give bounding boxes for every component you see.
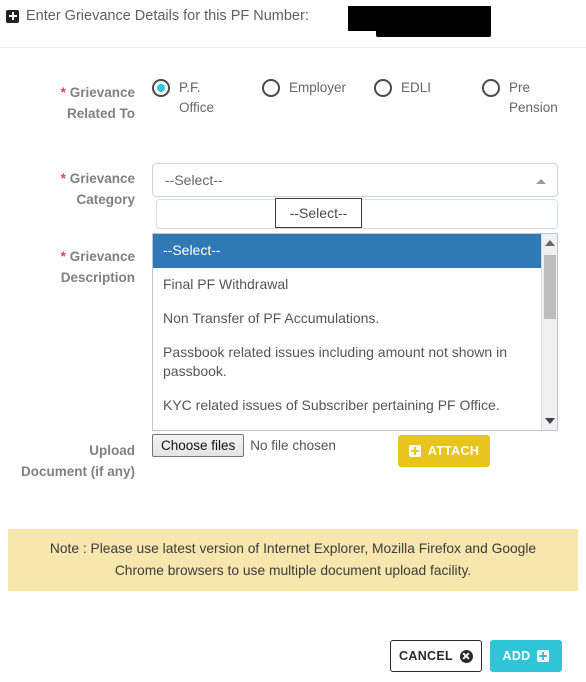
label-text: Grievance Category	[69, 171, 135, 207]
form-header: Enter Grievance Details for this PF Numb…	[0, 0, 586, 48]
grievance-category-dropdown-panel: --Select-- Final PF Withdrawal Non Trans…	[152, 233, 558, 431]
upload-document-label: Upload Document (if any)	[20, 440, 135, 482]
cancel-button[interactable]: CANCEL	[390, 640, 482, 672]
browser-note-banner: Note : Please use latest version of Inte…	[8, 529, 578, 591]
attach-button-label: ATTACH	[427, 444, 480, 458]
grievance-related-to-label: * Grievance Related To	[20, 82, 135, 124]
grievance-category-label: * Grievance Category	[20, 168, 135, 210]
radio-label: Employer	[289, 80, 347, 95]
radio-option-edli[interactable]: EDLI	[374, 78, 431, 98]
scrollbar-thumb[interactable]	[544, 255, 556, 319]
scroll-down-arrow-icon[interactable]	[545, 418, 555, 424]
dropdown-option[interactable]: KYC related issues of Subscriber pertain…	[153, 389, 542, 423]
required-asterisk: *	[60, 85, 66, 100]
label-text: Grievance Related To	[66, 85, 135, 121]
dropdown-option[interactable]: Erroneous credit of transferred amount r…	[153, 423, 542, 430]
radio-circle-icon[interactable]	[374, 79, 392, 97]
attach-button[interactable]: ATTACH	[398, 435, 490, 467]
radio-circle-icon[interactable]	[482, 79, 500, 97]
radio-circle-selected-icon[interactable]	[152, 79, 170, 97]
dropdown-scrollbar[interactable]	[541, 234, 557, 430]
radio-circle-icon[interactable]	[262, 79, 280, 97]
dropdown-option[interactable]: Non Transfer of PF Accumulations.	[153, 302, 542, 336]
pf-number-redacted-value	[348, 6, 491, 37]
add-button[interactable]: ADD	[490, 640, 562, 672]
grievance-related-to-radio-group: P.F. Office Employer EDLI Pre Pension	[152, 78, 586, 136]
choose-files-button[interactable]: Choose files	[152, 434, 245, 457]
dropdown-option[interactable]: --Select--	[153, 234, 542, 268]
label-text: Grievance Description	[60, 249, 135, 285]
required-asterisk: *	[60, 171, 66, 186]
grievance-description-label: * Grievance Description	[20, 246, 135, 288]
grievance-category-tooltip: --Select--	[275, 198, 362, 228]
scroll-up-arrow-icon[interactable]	[545, 240, 555, 246]
label-text: Upload Document (if any)	[20, 443, 135, 479]
plus-square-icon	[537, 650, 550, 662]
grievance-category-combobox[interactable]: --Select--	[152, 163, 558, 197]
plus-square-icon[interactable]	[6, 9, 19, 23]
file-status-text: No file chosen	[250, 438, 336, 453]
radio-option-employer[interactable]: Employer	[262, 78, 346, 98]
combobox-selected-value: --Select--	[165, 172, 223, 188]
caret-up-icon[interactable]	[536, 179, 546, 184]
radio-label: EDLI	[401, 80, 432, 95]
radio-option-pf-office[interactable]: P.F. Office	[152, 78, 237, 118]
radio-label: Pre Pension	[509, 80, 558, 115]
add-button-label: ADD	[502, 649, 531, 663]
dropdown-option[interactable]: Final PF Withdrawal	[153, 268, 542, 302]
radio-label: P.F. Office	[179, 80, 215, 115]
page-title: Enter Grievance Details for this PF Numb…	[26, 8, 309, 24]
dropdown-option[interactable]: Passbook related issues including amount…	[153, 336, 542, 389]
x-circle-icon	[459, 649, 473, 663]
cancel-button-label: CANCEL	[399, 649, 453, 663]
radio-option-pre-pension[interactable]: Pre Pension	[482, 78, 567, 118]
file-upload-row: Choose files No file chosen	[152, 434, 336, 457]
required-asterisk: *	[60, 249, 66, 264]
header-title-group: Enter Grievance Details for this PF Numb…	[6, 8, 309, 24]
plus-square-icon	[408, 445, 421, 457]
dropdown-option-list: --Select-- Final PF Withdrawal Non Trans…	[153, 234, 542, 430]
note-text: Note : Please use latest version of Inte…	[49, 541, 537, 578]
